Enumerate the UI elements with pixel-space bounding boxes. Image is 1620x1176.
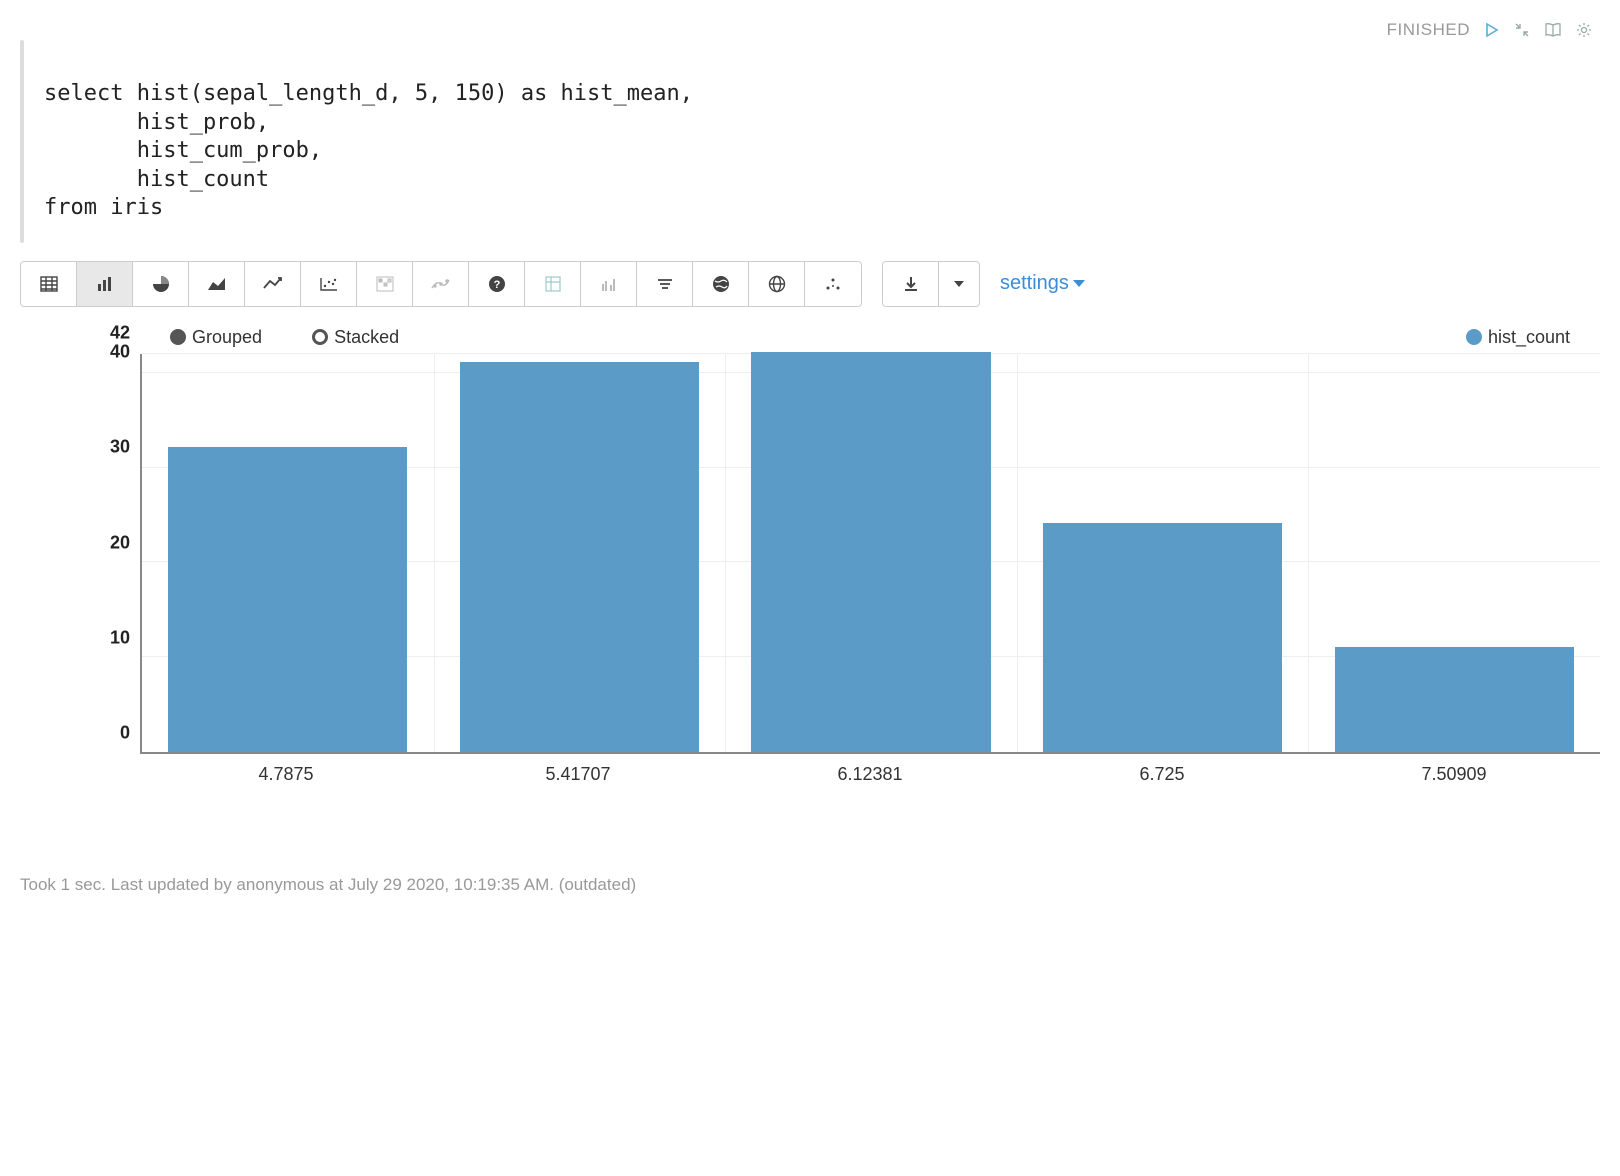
legend-grouped-label: Grouped bbox=[192, 327, 262, 348]
help-icon[interactable]: ? bbox=[469, 262, 525, 306]
legend-series[interactable]: hist_count bbox=[1466, 327, 1600, 348]
globe-outline-icon[interactable] bbox=[749, 262, 805, 306]
legend-stacked-label: Stacked bbox=[334, 327, 399, 348]
paragraph-gutter bbox=[20, 40, 24, 243]
book-icon[interactable] bbox=[1544, 22, 1562, 38]
x-tick: 6.725 bbox=[1016, 764, 1308, 785]
download-icon[interactable] bbox=[883, 262, 939, 306]
gridline-v bbox=[1308, 354, 1309, 752]
legend-series-label: hist_count bbox=[1488, 327, 1570, 348]
status-text: FINISHED bbox=[1387, 20, 1470, 40]
pivot-icon[interactable] bbox=[525, 262, 581, 306]
settings-link[interactable]: settings bbox=[1000, 272, 1085, 295]
bar-chart-icon[interactable] bbox=[77, 262, 133, 306]
viz-toolbar: ? settings bbox=[20, 261, 1600, 307]
bar[interactable] bbox=[460, 362, 699, 752]
network-icon[interactable] bbox=[805, 262, 861, 306]
table-view-icon[interactable] bbox=[21, 262, 77, 306]
legend-stacked[interactable]: Stacked bbox=[312, 327, 399, 348]
chart-container: Grouped Stacked hist_count 01020304042 4… bbox=[20, 327, 1600, 785]
run-icon[interactable] bbox=[1484, 22, 1500, 38]
heatmap-icon[interactable] bbox=[357, 262, 413, 306]
x-tick: 4.7875 bbox=[140, 764, 432, 785]
y-tick: 10 bbox=[110, 627, 130, 648]
legend-dot-series bbox=[1466, 329, 1482, 345]
y-tick: 42 bbox=[110, 322, 130, 343]
x-tick: 5.41707 bbox=[432, 764, 724, 785]
footer-status: Took 1 sec. Last updated by anonymous at… bbox=[20, 875, 1600, 895]
bar[interactable] bbox=[751, 352, 990, 752]
settings-label: settings bbox=[1000, 272, 1069, 295]
gridline-v bbox=[1017, 354, 1018, 752]
bar[interactable] bbox=[168, 447, 407, 752]
pie-chart-icon[interactable] bbox=[133, 262, 189, 306]
bar[interactable] bbox=[1043, 523, 1282, 752]
y-tick: 0 bbox=[120, 722, 130, 743]
svg-text:?: ? bbox=[493, 279, 500, 291]
grouped-bar-icon[interactable] bbox=[581, 262, 637, 306]
legend-dot-filled bbox=[170, 329, 186, 345]
download-dropdown-icon[interactable] bbox=[939, 262, 979, 306]
scatter-chart-icon[interactable] bbox=[301, 262, 357, 306]
globe-filled-icon[interactable] bbox=[693, 262, 749, 306]
trend-icon[interactable] bbox=[413, 262, 469, 306]
x-tick: 6.12381 bbox=[724, 764, 1016, 785]
legend-grouped[interactable]: Grouped bbox=[170, 327, 262, 348]
plot-area bbox=[140, 354, 1600, 754]
gridline-v bbox=[434, 354, 435, 752]
area-chart-icon[interactable] bbox=[189, 262, 245, 306]
x-axis: 4.78755.417076.123816.7257.50909 bbox=[140, 754, 1600, 785]
x-tick: 7.50909 bbox=[1308, 764, 1600, 785]
legend-dot-hollow bbox=[312, 329, 328, 345]
gear-icon[interactable] bbox=[1576, 22, 1592, 38]
y-axis: 01020304042 bbox=[20, 354, 140, 754]
y-tick: 30 bbox=[110, 437, 130, 458]
y-tick: 40 bbox=[110, 342, 130, 363]
collapse-icon[interactable] bbox=[1514, 22, 1530, 38]
code-block[interactable]: select hist(sepal_length_d, 5, 150) as h… bbox=[34, 40, 1600, 243]
stacked-icon[interactable] bbox=[637, 262, 693, 306]
gridline-v bbox=[725, 354, 726, 752]
line-chart-icon[interactable] bbox=[245, 262, 301, 306]
y-tick: 20 bbox=[110, 532, 130, 553]
bar[interactable] bbox=[1335, 647, 1574, 752]
